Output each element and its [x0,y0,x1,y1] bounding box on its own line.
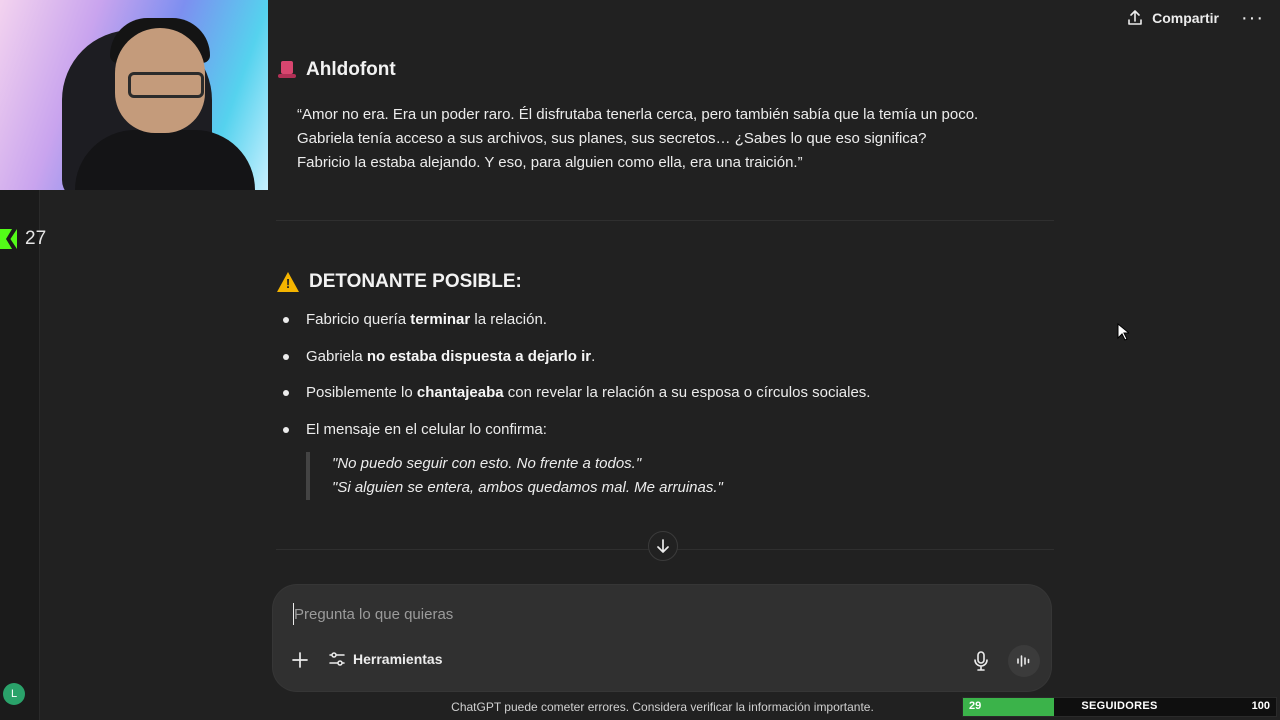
tools-label: Herramientas [353,651,443,667]
waveform-icon [1017,655,1030,667]
share-icon [1128,10,1142,25]
microphone-icon [974,651,988,671]
top-hat-icon [278,61,296,79]
stream-viewer-counter: 27 [0,228,46,250]
quote-line: Gabriela tenía acceso a sus archivos, su… [297,130,927,147]
scroll-down-button[interactable] [648,531,678,561]
quote-paragraph: “Amor no era. Era un poder raro. Él disf… [297,103,1057,175]
share-label: Compartir [1152,10,1220,26]
plus-icon [292,652,308,668]
list-item: Posiblemente lo chantajeaba con revelar … [276,381,1036,418]
sliders-icon [329,652,345,666]
blockquote-line: "Si alguien se entera, ambos quedamos ma… [332,479,723,496]
arrow-down-icon [657,539,669,553]
bullet-list: Fabricio quería terminar la relación. Ga… [276,308,1036,454]
section-title: DETONANTE POSIBLE: [309,271,522,292]
blockquote: "No puedo seguir con esto. No frente a t… [306,452,723,500]
goal-label: SEGUIDORES [1081,700,1158,712]
list-item: El mensaje en el celular lo confirma: [276,418,1036,455]
section-heading-ahldofont: Ahldofont [278,59,396,81]
follower-goal-bar: 29 SEGUIDORES 100 [962,697,1277,717]
add-attachment-button[interactable] [291,651,309,669]
voice-mode-button[interactable] [1008,645,1040,677]
viewer-count: 27 [25,228,47,249]
kick-logo-icon [0,229,17,249]
more-options-button[interactable]: ··· [1241,8,1264,28]
mouse-cursor-icon [1117,323,1129,341]
share-button[interactable]: Compartir [1126,9,1219,27]
divider [276,220,1054,221]
prompt-input[interactable] [293,603,994,625]
message-composer: Herramientas [273,585,1051,691]
section-heading-detonante: DETONANTE POSIBLE: [277,271,522,293]
section-title: Ahldofont [306,59,396,80]
quote-line: “Amor no era. Era un poder raro. Él disf… [297,106,979,123]
list-item: Fabricio quería terminar la relación. [276,308,1036,345]
blockquote-line: "No puedo seguir con esto. No frente a t… [332,455,642,472]
webcam-overlay [0,0,268,190]
goal-max: 100 [1251,700,1270,712]
list-item: Gabriela no estaba dispuesta a dejarlo i… [276,345,1036,382]
warning-icon [277,272,299,292]
tools-button[interactable]: Herramientas [329,651,443,667]
dictate-button[interactable] [973,651,989,676]
header-actions: Compartir ··· [1126,8,1264,28]
quote-line: Fabricio la estaba alejando. Y eso, para… [297,154,803,171]
